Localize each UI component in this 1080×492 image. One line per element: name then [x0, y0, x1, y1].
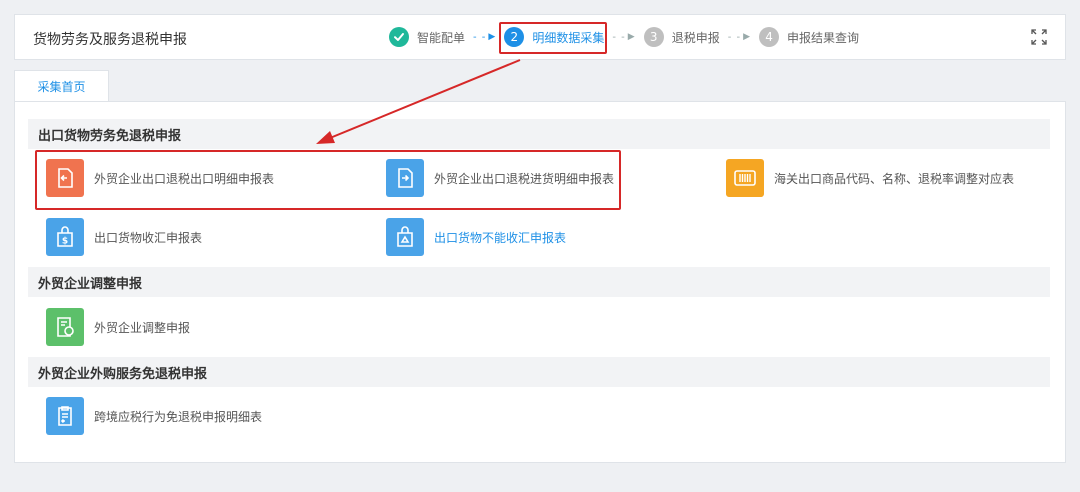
step-label: 退税申报 — [671, 30, 720, 45]
section-title: 出口货物劳务免退税申报 — [28, 119, 1050, 149]
section-title: 外贸企业外购服务免退税申报 — [28, 357, 1050, 387]
step-arrow-icon: - - ▶ — [473, 31, 497, 43]
step-result-query[interactable]: 4 申报结果查询 — [759, 27, 859, 47]
document-export-icon — [46, 159, 84, 197]
progress-steps: 智能配单 - - ▶ 2 明细数据采集 - - ▶ 3 退税申报 - - ▶ 4… — [389, 25, 859, 49]
item-adjust-declaration[interactable]: 外贸企业调整申报 — [46, 308, 190, 346]
step-detail-collect[interactable]: 2 明细数据采集 — [504, 27, 604, 47]
section-title: 外贸企业调整申报 — [28, 267, 1050, 297]
barcode-icon — [726, 159, 764, 197]
item-export-detail[interactable]: 外贸企业出口退税出口明细申报表 — [46, 159, 274, 197]
item-cross-border-detail[interactable]: 跨境应税行为免退税申报明细表 — [46, 397, 262, 435]
item-no-forex-receipt[interactable]: 出口货物不能收汇申报表 — [386, 218, 566, 256]
item-customs-code-table[interactable]: 海关出口商品代码、名称、退税率调整对应表 — [726, 159, 1014, 197]
fullscreen-icon[interactable] — [1031, 29, 1047, 45]
tab-collect-home[interactable]: 采集首页 — [14, 70, 109, 102]
step-label: 申报结果查询 — [787, 30, 860, 45]
step-number: 2 — [504, 27, 525, 47]
step-number: 4 — [759, 27, 780, 47]
page-title: 货物劳务及服务退税申报 — [33, 32, 187, 48]
bag-icon — [386, 218, 424, 256]
step-arrow-icon: - - ▶ — [612, 31, 636, 43]
step-label: 明细数据采集 — [532, 30, 605, 45]
step-smart-match[interactable]: 智能配单 — [389, 27, 465, 47]
document-import-icon — [386, 159, 424, 197]
clipboard-icon — [46, 397, 84, 435]
step-number: 3 — [643, 27, 664, 47]
svg-text:$: $ — [62, 237, 68, 247]
step-refund-declare[interactable]: 3 退税申报 — [643, 27, 720, 47]
receipt-bag-icon: $ — [46, 218, 84, 256]
item-label: 跨境应税行为免退税申报明细表 — [94, 409, 263, 424]
step-label: 智能配单 — [417, 30, 466, 45]
header-bar: 货物劳务及服务退税申报 智能配单 - - ▶ 2 明细数据采集 - - ▶ 3 … — [14, 14, 1066, 60]
item-label: 出口货物不能收汇申报表 — [434, 230, 567, 245]
check-icon — [389, 27, 409, 47]
item-label: 出口货物收汇申报表 — [94, 230, 203, 245]
item-label: 外贸企业出口退税进货明细申报表 — [434, 171, 615, 186]
adjust-document-icon — [46, 308, 84, 346]
item-label: 海关出口商品代码、名称、退税率调整对应表 — [774, 171, 1015, 186]
item-forex-receipt[interactable]: $ 出口货物收汇申报表 — [46, 218, 202, 256]
step-arrow-icon: - - ▶ — [727, 31, 752, 43]
item-label: 外贸企业调整申报 — [94, 320, 191, 335]
item-label: 外贸企业出口退税出口明细申报表 — [94, 171, 275, 186]
item-purchase-detail[interactable]: 外贸企业出口退税进货明细申报表 — [386, 159, 614, 197]
